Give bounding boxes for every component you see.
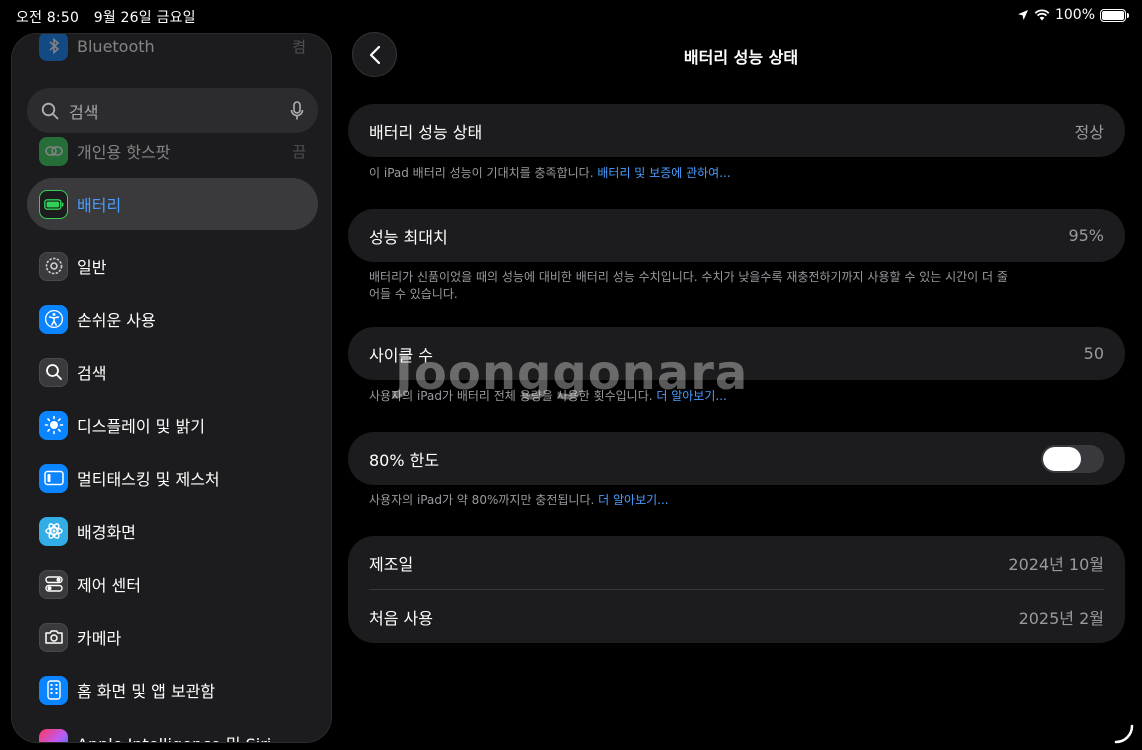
scroll-corner-indicator (1114, 724, 1134, 744)
sidebar-item-value: 켬 (292, 37, 306, 56)
charge-limit-card: 80% 한도 (348, 432, 1125, 485)
charge-limit-toggle[interactable] (1041, 444, 1104, 473)
sidebar-item-accessibility[interactable]: 손쉬운 사용 (27, 293, 318, 345)
sidebar-item-label: 디스플레이 및 밝기 (77, 417, 205, 436)
sidebar-item-multitasking[interactable]: 멀티태스킹 및 제스처 (27, 452, 318, 504)
chevron-left-icon (369, 45, 380, 64)
limit-learn-more-link[interactable]: 더 알아보기... (598, 493, 668, 507)
sidebar-item-label: 일반 (77, 258, 107, 277)
sidebar-item-label: 카메라 (77, 629, 122, 648)
first-use-value: 2025년 2월 (1018, 608, 1104, 628)
sidebar-item-control-center[interactable]: 제어 센터 (27, 558, 318, 610)
battery-health-note-text: 이 iPad 배터리 성능이 기대치를 충족합니다. (369, 166, 594, 180)
sidebar-item-search[interactable]: 검색 (27, 346, 318, 398)
charge-limit-note-text: 사용자의 iPad가 약 80%까지만 충전됩니다. (369, 493, 595, 507)
sidebar-item-label: 손쉬운 사용 (77, 311, 156, 330)
microphone-icon[interactable] (290, 100, 304, 121)
battery-percent: 100% (1054, 7, 1095, 23)
charge-limit-label: 80% 한도 (369, 450, 440, 470)
wifi-icon (1034, 9, 1050, 21)
first-use-row: 처음 사용 2025년 2월 (348, 590, 1125, 643)
max-capacity-card: 성능 최대치 95% (348, 209, 1125, 262)
status-date: 9월 26일 금요일 (93, 10, 196, 26)
siri-icon (39, 728, 68, 742)
search-icon (41, 102, 59, 119)
status-indicators: 100% (1017, 7, 1129, 23)
status-bar: 오전 8:50 9월 26일 금요일 100% (0, 0, 1142, 32)
sidebar-item-camera[interactable]: 카메라 (27, 611, 318, 663)
flower-icon (39, 516, 68, 546)
toggle-knob (1043, 446, 1081, 471)
cycle-count-value: 50 (1083, 344, 1104, 363)
sidebar-item-wallpaper[interactable]: 배경화면 (27, 505, 318, 557)
page-title: 배터리 성능 상태 (683, 48, 799, 67)
battery-health-card: 배터리 성능 상태 정상 (348, 104, 1125, 157)
search-icon (39, 357, 68, 387)
max-capacity-value: 95% (1068, 226, 1104, 245)
battery-dates-card: 제조일 2024년 10월 처음 사용 2025년 2월 (348, 536, 1125, 643)
battery-icon (39, 189, 68, 219)
sidebar-item-bluetooth[interactable]: Bluetooth 켬 (27, 34, 318, 72)
link-icon (39, 136, 68, 166)
back-button[interactable] (352, 32, 397, 77)
first-use-label: 처음 사용 (369, 608, 433, 628)
multitasking-icon (39, 463, 68, 493)
sidebar-item-battery[interactable]: 배터리 (27, 178, 318, 230)
search-field[interactable]: 검색 (27, 88, 318, 133)
watermark: Joonggonara (395, 345, 749, 401)
sun-icon (39, 410, 68, 440)
camera-icon (39, 622, 68, 652)
sidebar-item-label: 배경화면 (77, 523, 136, 542)
status-time: 오전 8:50 (16, 10, 80, 26)
battery-health-label: 배터리 성능 상태 (369, 122, 483, 142)
sidebar-item-value: 끔 (292, 142, 306, 161)
search-placeholder: 검색 (69, 102, 99, 122)
sidebar-item-display[interactable]: 디스플레이 및 밝기 (27, 399, 318, 451)
max-capacity-note: 배터리가 신품이었을 때의 성능에 대비한 배터리 성능 수치입니다. 수치가 … (369, 270, 1008, 301)
battery-health-value: 정상 (1074, 122, 1104, 142)
manufacture-date-row: 제조일 2024년 10월 (348, 536, 1125, 589)
bluetooth-icon (39, 34, 68, 61)
location-icon (1017, 10, 1028, 20)
manufacture-date-value: 2024년 10월 (1008, 554, 1104, 574)
sidebar-item-general[interactable]: 일반 (27, 240, 318, 292)
sidebar-item-label: 제어 센터 (77, 576, 141, 595)
max-capacity-label: 성능 최대치 (369, 227, 448, 247)
sidebar-item-label: 검색 (77, 364, 107, 383)
gear-icon (39, 251, 68, 281)
sidebar-item-label: Bluetooth (77, 36, 155, 56)
sidebar-item-label: 개인용 핫스팟 (77, 143, 171, 162)
max-capacity-row: 성능 최대치 95% (348, 209, 1125, 262)
settings-sidebar: Bluetooth 켬 검색 개인용 핫스팟 끔 배터리 일반 손쉬운 사용 검… (11, 33, 332, 743)
sidebar-item-label: Apple Intelligence 및 Siri (77, 731, 318, 742)
accessibility-icon (39, 304, 68, 334)
manufacture-date-label: 제조일 (369, 554, 414, 574)
charge-limit-note: 사용자의 iPad가 약 80%까지만 충전됩니다. 더 알아보기... (369, 492, 1009, 509)
sidebar-item-label: 홈 화면 및 앱 보관함 (77, 682, 216, 701)
battery-status-icon (1100, 8, 1129, 22)
battery-warranty-link[interactable]: 배터리 및 보증에 관하여... (597, 166, 730, 180)
battery-health-note: 이 iPad 배터리 성능이 기대치를 충족합니다. 배터리 및 보증에 관하여… (369, 165, 1009, 182)
sidebar-item-home-screen[interactable]: 홈 화면 및 앱 보관함 (27, 664, 318, 716)
sidebar-item-label: 멀티태스킹 및 제스처 (77, 470, 220, 489)
status-time-date: 오전 8:50 9월 26일 금요일 (16, 7, 196, 27)
battery-health-row: 배터리 성능 상태 정상 (348, 104, 1125, 157)
toggles-icon (39, 569, 68, 599)
home-screen-icon (39, 675, 68, 705)
charge-limit-row: 80% 한도 (348, 432, 1125, 485)
sidebar-item-label: 배터리 (77, 196, 122, 215)
sidebar-item-siri[interactable]: Apple Intelligence 및 Siri (27, 717, 318, 742)
